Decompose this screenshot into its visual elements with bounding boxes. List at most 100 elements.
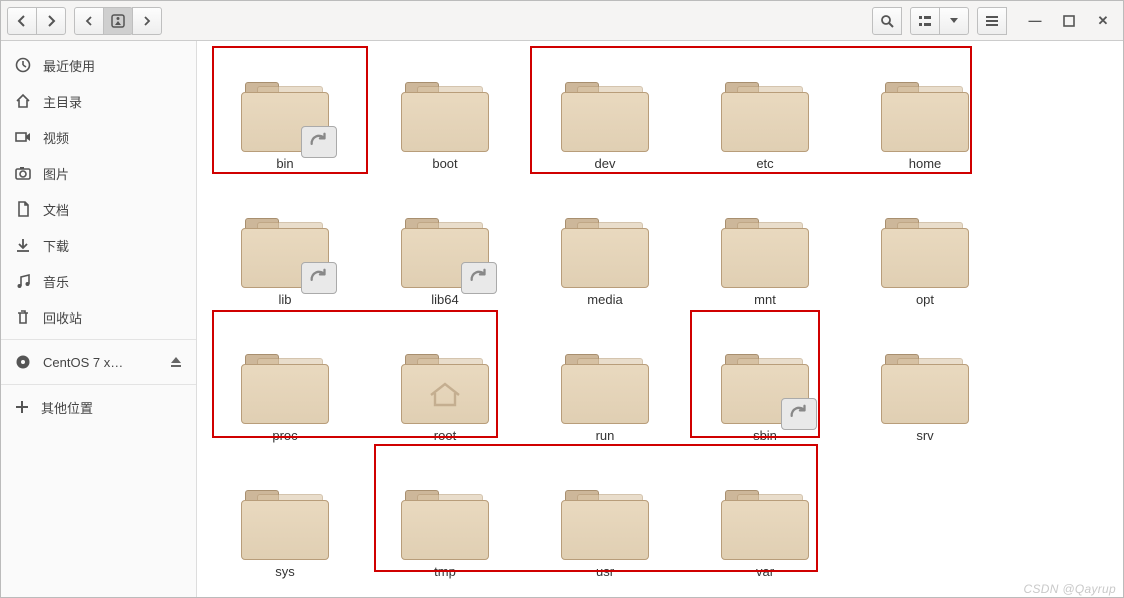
path-next-button[interactable] bbox=[132, 7, 162, 35]
sidebar-item-1[interactable]: 主目录 bbox=[1, 83, 196, 119]
sidebar-item-5[interactable]: 下载 bbox=[1, 227, 196, 263]
file-manager-window: — ✕ 最近使用主目录视频图片文档下载音乐回收站 CentOS 7 x… 其他位… bbox=[0, 0, 1124, 598]
sidebar-item-0[interactable]: 最近使用 bbox=[1, 47, 196, 83]
folder-label: srv bbox=[916, 428, 933, 443]
music-icon bbox=[15, 273, 31, 289]
view-list-button[interactable] bbox=[910, 7, 940, 35]
sidebar-item-4[interactable]: 文档 bbox=[1, 191, 196, 227]
content-area[interactable]: bin boot dev etchome lib lib64 media mnt opt proc… bbox=[197, 41, 1123, 597]
menu-button[interactable] bbox=[977, 7, 1007, 35]
view-group2 bbox=[910, 7, 969, 35]
home-emblem-icon bbox=[428, 381, 462, 407]
camera-icon bbox=[15, 165, 31, 181]
folder-label: proc bbox=[272, 428, 297, 443]
folder-sys[interactable]: sys bbox=[205, 461, 365, 579]
sidebar-item-2[interactable]: 视频 bbox=[1, 119, 196, 155]
eject-icon[interactable] bbox=[170, 356, 182, 368]
folder-icon bbox=[399, 216, 491, 288]
folder-lib[interactable]: lib bbox=[205, 189, 365, 307]
search-button[interactable] bbox=[872, 7, 902, 35]
folder-bin[interactable]: bin bbox=[205, 53, 365, 171]
folder-var[interactable]: var bbox=[685, 461, 845, 579]
sidebar-item-label: 最近使用 bbox=[43, 56, 95, 75]
folder-icon bbox=[879, 352, 971, 424]
folder-label: usr bbox=[596, 564, 614, 579]
folder-icon bbox=[719, 488, 811, 560]
disc-icon bbox=[15, 354, 31, 370]
symlink-badge-icon bbox=[301, 126, 337, 158]
sidebar-other-label: 其他位置 bbox=[41, 398, 93, 417]
sidebar-item-label: 图片 bbox=[43, 164, 69, 183]
folder-label: sbin bbox=[753, 428, 777, 443]
folder-icon bbox=[559, 216, 651, 288]
video-icon bbox=[15, 129, 31, 145]
sidebar-item-3[interactable]: 图片 bbox=[1, 155, 196, 191]
folder-icon bbox=[559, 352, 651, 424]
folder-label: lib64 bbox=[431, 292, 458, 307]
sidebar-item-label: 回收站 bbox=[43, 308, 82, 327]
folder-label: root bbox=[434, 428, 456, 443]
path-prev-button[interactable] bbox=[74, 7, 104, 35]
folder-label: media bbox=[587, 292, 622, 307]
folder-icon bbox=[879, 80, 971, 152]
folder-opt[interactable]: opt bbox=[845, 189, 1005, 307]
folder-root[interactable]: root bbox=[365, 325, 525, 443]
sidebar-device-label: CentOS 7 x… bbox=[43, 355, 123, 370]
folder-boot[interactable]: boot bbox=[365, 53, 525, 171]
sidebar: 最近使用主目录视频图片文档下载音乐回收站 CentOS 7 x… 其他位置 bbox=[1, 41, 197, 597]
folder-icon bbox=[879, 216, 971, 288]
download-icon bbox=[15, 237, 31, 253]
folder-label: bin bbox=[276, 156, 293, 171]
folder-media[interactable]: media bbox=[525, 189, 685, 307]
folder-sbin[interactable]: sbin bbox=[685, 325, 845, 443]
folder-proc[interactable]: proc bbox=[205, 325, 365, 443]
folder-icon bbox=[399, 80, 491, 152]
document-icon bbox=[15, 201, 31, 217]
sidebar-item-label: 主目录 bbox=[43, 92, 82, 111]
folder-label: tmp bbox=[434, 564, 456, 579]
minimize-button[interactable]: — bbox=[1021, 7, 1049, 35]
view-dropdown-button[interactable] bbox=[939, 7, 969, 35]
folder-icon bbox=[239, 352, 331, 424]
folder-label: run bbox=[596, 428, 615, 443]
symlink-badge-icon bbox=[461, 262, 497, 294]
folder-label: opt bbox=[916, 292, 934, 307]
close-button[interactable]: ✕ bbox=[1089, 7, 1117, 35]
folder-mnt[interactable]: mnt bbox=[685, 189, 845, 307]
folder-tmp[interactable]: tmp bbox=[365, 461, 525, 579]
sidebar-other-locations[interactable]: 其他位置 bbox=[1, 389, 196, 425]
folder-label: mnt bbox=[754, 292, 776, 307]
folder-home[interactable]: home bbox=[845, 53, 1005, 171]
folder-etc[interactable]: etc bbox=[685, 53, 845, 171]
maximize-button[interactable] bbox=[1055, 7, 1083, 35]
folder-usr[interactable]: usr bbox=[525, 461, 685, 579]
plus-icon bbox=[15, 400, 29, 414]
home-icon bbox=[15, 93, 31, 109]
forward-button[interactable] bbox=[36, 7, 66, 35]
folder-label: var bbox=[756, 564, 774, 579]
folder-run[interactable]: run bbox=[525, 325, 685, 443]
folder-icon bbox=[719, 216, 811, 288]
folder-label: boot bbox=[432, 156, 457, 171]
folder-label: lib bbox=[278, 292, 291, 307]
folder-icon bbox=[399, 488, 491, 560]
folder-lib64[interactable]: lib64 bbox=[365, 189, 525, 307]
path-group bbox=[74, 7, 162, 35]
clock-icon bbox=[15, 57, 31, 73]
trash-icon bbox=[15, 309, 31, 325]
sidebar-separator bbox=[1, 339, 196, 340]
sidebar-item-6[interactable]: 音乐 bbox=[1, 263, 196, 299]
sidebar-item-label: 下载 bbox=[43, 236, 69, 255]
folder-label: sys bbox=[275, 564, 295, 579]
path-current-button[interactable] bbox=[103, 7, 133, 35]
folder-srv[interactable]: srv bbox=[845, 325, 1005, 443]
back-button[interactable] bbox=[7, 7, 37, 35]
folder-icon bbox=[239, 80, 331, 152]
folder-dev[interactable]: dev bbox=[525, 53, 685, 171]
sidebar-device[interactable]: CentOS 7 x… bbox=[1, 344, 196, 380]
sidebar-item-7[interactable]: 回收站 bbox=[1, 299, 196, 335]
symlink-badge-icon bbox=[781, 398, 817, 430]
folder-label: dev bbox=[595, 156, 616, 171]
sidebar-item-label: 文档 bbox=[43, 200, 69, 219]
sidebar-separator bbox=[1, 384, 196, 385]
